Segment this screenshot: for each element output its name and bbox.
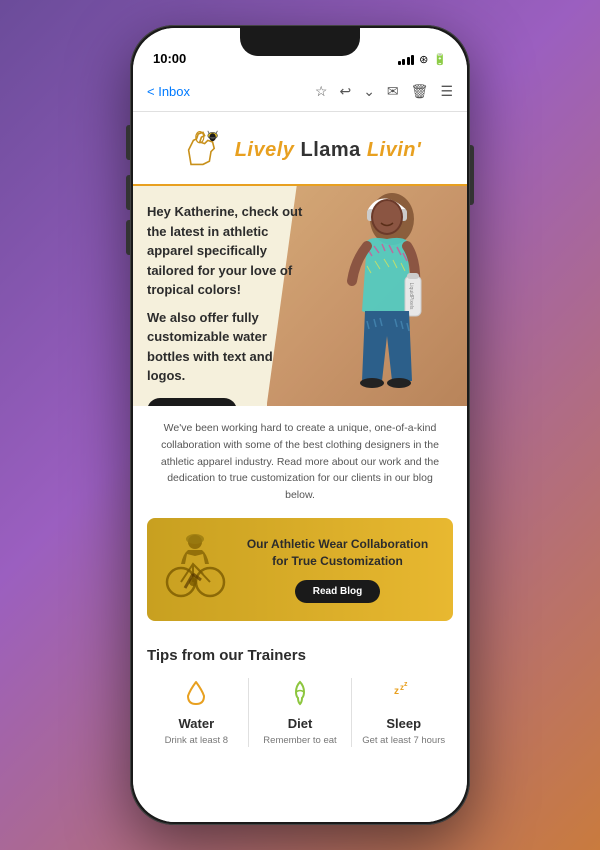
sleep-sub: Get at least 7 hours bbox=[362, 734, 445, 747]
toolbar-icons: ☆ ↩ ⌄ ✉ 🗑 ☰ bbox=[315, 83, 453, 100]
blog-title: Our Athletic Wear Collaboration for True… bbox=[238, 536, 437, 570]
svg-text:LiquidPixels: LiquidPixels bbox=[408, 283, 414, 310]
back-label: < Inbox bbox=[147, 84, 190, 99]
tips-section: Tips from our Trainers Water Drink at le… bbox=[133, 635, 467, 755]
tips-heading: Tips from our Trainers bbox=[147, 647, 453, 664]
battery-icon: 🔋 bbox=[433, 53, 447, 66]
phone-inner: 10:00 ⊛ 🔋 < Inbox ☆ ↩ ⌄ ✉ 🗑 ☰ bbox=[133, 28, 467, 822]
divider-1 bbox=[248, 678, 249, 747]
tip-diet: Diet Remember to eat bbox=[251, 678, 350, 747]
reply-icon[interactable]: ↩ bbox=[339, 83, 351, 100]
logo-section: Lively Llama Livin' bbox=[133, 112, 467, 186]
hero-text: Hey Katherine, check out the latest in a… bbox=[133, 186, 327, 406]
hero-headline: Hey Katherine, check out the latest in a… bbox=[147, 202, 313, 300]
blog-text: Our Athletic Wear Collaboration for True… bbox=[238, 536, 437, 603]
llama-logo-icon bbox=[179, 126, 227, 174]
status-time: 10:00 bbox=[153, 51, 186, 66]
signal-icon bbox=[398, 55, 415, 65]
description-section: We've been working hard to create a uniq… bbox=[133, 406, 467, 518]
sleep-label: Sleep bbox=[386, 716, 421, 731]
shop-now-button[interactable]: Shop Now bbox=[147, 398, 237, 407]
email-toolbar: < Inbox ☆ ↩ ⌄ ✉ 🗑 ☰ bbox=[133, 72, 467, 112]
logo-livin: Livin' bbox=[361, 139, 421, 161]
water-sub: Drink at least 8 bbox=[165, 734, 228, 747]
logo-text: Lively Llama Livin' bbox=[235, 139, 422, 162]
email-content: Lively Llama Livin' bbox=[133, 112, 467, 822]
blog-banner: Our Athletic Wear Collaboration for True… bbox=[147, 518, 453, 621]
phone-frame: 10:00 ⊛ 🔋 < Inbox ☆ ↩ ⌄ ✉ 🗑 ☰ bbox=[130, 25, 470, 825]
menu-icon[interactable]: ☰ bbox=[440, 83, 453, 100]
water-icon bbox=[180, 678, 212, 710]
tips-grid: Water Drink at least 8 Diet Remember to … bbox=[147, 678, 453, 747]
diet-icon bbox=[284, 678, 316, 710]
hero-section: LiquidPixels Hey Katherine, check out th… bbox=[133, 186, 467, 406]
back-button[interactable]: < Inbox bbox=[147, 84, 190, 99]
sleep-icon: z z z bbox=[388, 678, 420, 710]
wifi-icon: ⊛ bbox=[419, 53, 428, 66]
read-blog-button[interactable]: Read Blog bbox=[295, 580, 380, 603]
diet-label: Diet bbox=[288, 716, 313, 731]
phone-notch bbox=[240, 28, 360, 56]
water-label: Water bbox=[179, 716, 215, 731]
tip-water: Water Drink at least 8 bbox=[147, 678, 246, 747]
tip-sleep: z z z Sleep Get at least 7 hours bbox=[354, 678, 453, 747]
cyclist-icon bbox=[163, 532, 228, 607]
logo-lively: Lively bbox=[235, 139, 295, 161]
hero-subtext: We also offer fully customizable water b… bbox=[147, 308, 313, 386]
svg-text:z: z bbox=[404, 681, 408, 688]
download-icon[interactable]: ⌄ bbox=[363, 83, 375, 100]
status-icons: ⊛ 🔋 bbox=[398, 53, 447, 66]
star-icon[interactable]: ☆ bbox=[315, 83, 328, 100]
trash-icon[interactable]: 🗑 bbox=[411, 83, 429, 100]
description-text: We've been working hard to create a uniq… bbox=[153, 420, 447, 504]
mail-icon[interactable]: ✉ bbox=[387, 83, 399, 100]
svg-text:z: z bbox=[394, 686, 399, 697]
logo-llama-word: Llama bbox=[294, 139, 360, 161]
divider-2 bbox=[351, 678, 352, 747]
woman-figure: LiquidPixels bbox=[317, 186, 457, 406]
diet-sub: Remember to eat bbox=[263, 734, 336, 747]
